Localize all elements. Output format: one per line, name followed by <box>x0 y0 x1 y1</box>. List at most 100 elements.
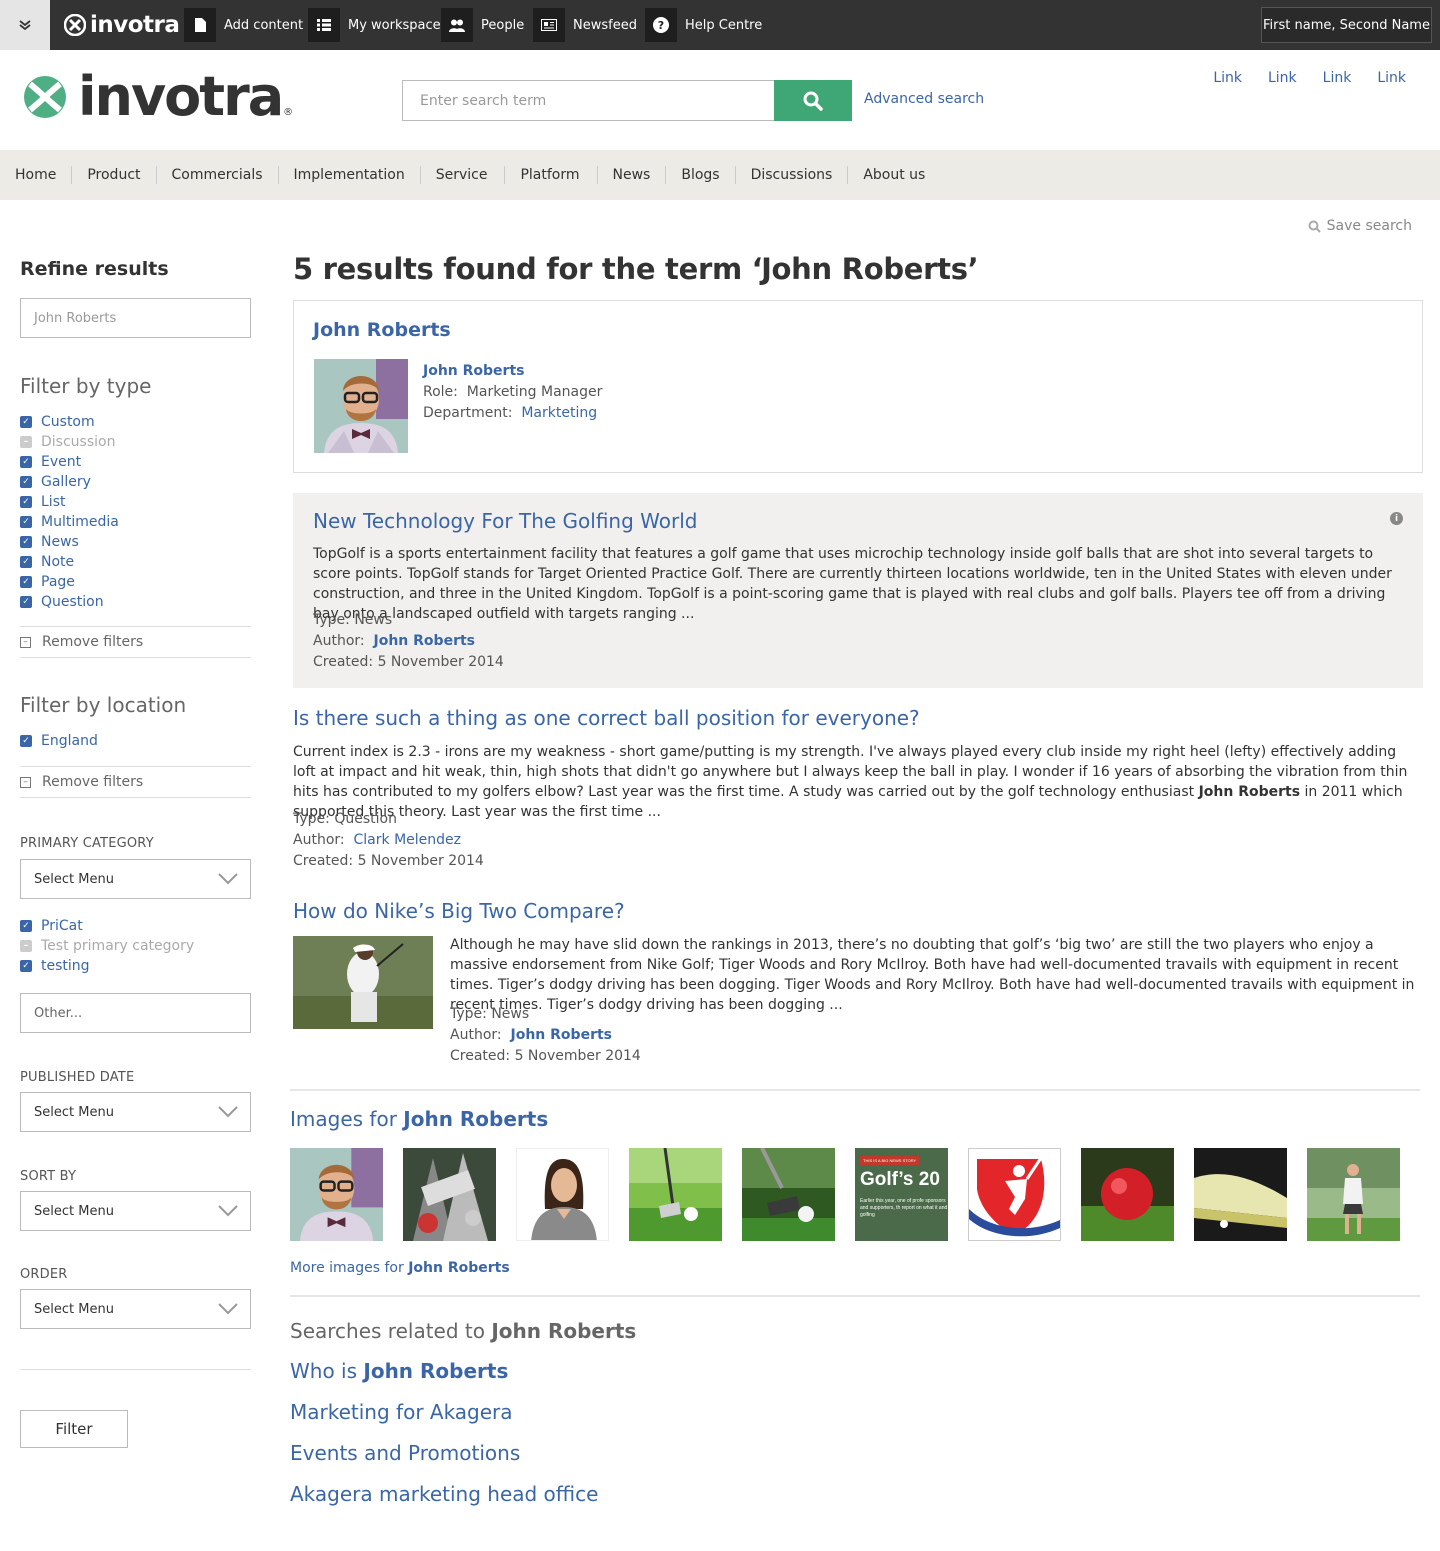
author-link[interactable]: Clark Melendez <box>354 832 461 848</box>
order-select[interactable]: Select Menu <box>20 1289 251 1329</box>
header-link-1[interactable]: Link <box>1213 70 1242 86</box>
divider <box>290 1295 1420 1297</box>
divider <box>290 1089 1420 1091</box>
filter-type-news[interactable]: ✓ News <box>20 532 251 552</box>
my-workspace-button[interactable]: My workspace <box>308 8 441 42</box>
related-search-marketing-akagera[interactable]: Marketing for Akagera <box>290 1400 513 1424</box>
image-thumb-person[interactable] <box>290 1148 383 1241</box>
published-date-select[interactable]: Select Menu <box>20 1092 251 1132</box>
snippet-highlight: John Roberts <box>1198 784 1301 800</box>
image-thumb-golf-club[interactable] <box>629 1148 722 1241</box>
nav-discussions[interactable]: Discussions <box>734 166 848 184</box>
nav-about-us[interactable]: About us <box>847 166 940 184</box>
remove-type-filters-button[interactable]: – Remove filters <box>20 626 251 658</box>
newsfeed-button[interactable]: Newsfeed <box>533 8 637 42</box>
nav-product[interactable]: Product <box>71 166 155 184</box>
nav-service[interactable]: Service <box>419 166 505 184</box>
filter-category-test[interactable]: – Test primary category <box>20 936 251 956</box>
nav-commercials[interactable]: Commercials <box>155 166 278 184</box>
user-menu-button[interactable]: First name, Second Name <box>1261 7 1432 43</box>
filter-type-custom[interactable]: ✓ Custom <box>20 412 251 432</box>
result-title-link[interactable]: New Technology For The Golfing World <box>313 509 697 533</box>
image-thumb-golfer-woman[interactable] <box>1307 1148 1400 1241</box>
refine-input-value: John Roberts <box>34 310 117 326</box>
published-date-label: PUBLISHED DATE <box>20 1070 135 1085</box>
related-search-who-is-john-roberts[interactable]: Who is John Roberts <box>290 1359 508 1383</box>
info-icon[interactable]: i <box>1390 512 1403 525</box>
filter-category-pricat[interactable]: ✓ PriCat <box>20 916 251 936</box>
sort-by-label: SORT BY <box>20 1169 77 1184</box>
primary-category-select[interactable]: Select Menu <box>20 859 251 899</box>
images-heading: Images for John Roberts <box>290 1107 548 1131</box>
more-images-text: More images for <box>290 1260 409 1276</box>
other-category-input[interactable]: Other... <box>20 993 251 1033</box>
image-thumb-golf-shoe[interactable] <box>1194 1148 1287 1241</box>
search-input[interactable]: Enter search term <box>402 80 775 121</box>
people-button[interactable]: People <box>441 8 524 42</box>
filter-location-england[interactable]: ✓ England <box>20 731 251 751</box>
search-icon <box>803 91 823 111</box>
save-search-button[interactable]: Save search <box>1308 218 1412 234</box>
nav-blogs[interactable]: Blogs <box>665 166 734 184</box>
filter-type-event[interactable]: ✓ Event <box>20 452 251 472</box>
add-content-button[interactable]: Add content <box>184 8 303 42</box>
result-title-link[interactable]: Is there such a thing as one correct bal… <box>293 706 920 730</box>
filter-type-discussion[interactable]: – Discussion <box>20 432 251 452</box>
type-filter-list: ✓ Custom – Discussion ✓ Event ✓ Gallery ✓ Lis… <box>20 412 251 612</box>
person-photo[interactable] <box>314 359 408 453</box>
result-meta: Type: News Author: John Roberts Created:… <box>313 610 504 673</box>
image-thumb-news-story[interactable]: THIS IS A BIG NEWS STORY Golf’s 20 Earli… <box>855 1148 948 1241</box>
more-images-link[interactable]: More images for John Roberts <box>290 1260 510 1276</box>
header-link-3[interactable]: Link <box>1323 70 1352 86</box>
header-link-4[interactable]: Link <box>1377 70 1406 86</box>
person-name-link[interactable]: John Roberts <box>423 363 524 379</box>
select-value: Select Menu <box>34 1301 114 1317</box>
site-logo[interactable]: invotra ® <box>22 70 293 124</box>
search-button[interactable] <box>774 80 852 121</box>
nav-platform[interactable]: Platform <box>504 166 596 184</box>
remove-location-filters-button[interactable]: – Remove filters <box>20 766 251 798</box>
header-link-2[interactable]: Link <box>1268 70 1297 86</box>
remove-filters-label: Remove filters <box>42 774 144 790</box>
related-search-akagera-head-office[interactable]: Akagera marketing head office <box>290 1482 598 1506</box>
menu-toggle-button[interactable] <box>0 0 50 50</box>
filter-type-note[interactable]: ✓ Note <box>20 552 251 572</box>
result-thumbnail[interactable] <box>293 936 433 1029</box>
person-details: John Roberts Role: Marketing Manager Dep… <box>423 361 602 424</box>
sort-by-select[interactable]: Select Menu <box>20 1191 251 1231</box>
author-link[interactable]: John Roberts <box>511 1027 612 1043</box>
author-link[interactable]: John Roberts <box>374 633 475 649</box>
help-centre-button[interactable]: ? Help Centre <box>645 8 762 42</box>
image-thumb-woman[interactable] <box>516 1148 609 1241</box>
nav-news[interactable]: News <box>596 166 666 184</box>
filter-type-page[interactable]: ✓ Page <box>20 572 251 592</box>
related-highlight: John Roberts <box>363 1359 509 1383</box>
refine-input[interactable]: John Roberts <box>20 298 251 338</box>
filter-type-multimedia[interactable]: ✓ Multimedia <box>20 512 251 532</box>
image-thumb-red-ball[interactable] <box>1081 1148 1174 1241</box>
chevron-down-icon <box>218 1303 238 1315</box>
filter-type-question[interactable]: ✓ Question <box>20 592 251 612</box>
filter-category-testing[interactable]: ✓ testing <box>20 956 251 976</box>
filter-type-list[interactable]: ✓ List <box>20 492 251 512</box>
image-thumb-golf-tee[interactable] <box>742 1148 835 1241</box>
person-result-title[interactable]: John Roberts <box>313 319 451 341</box>
related-search-events-promotions[interactable]: Events and Promotions <box>290 1441 520 1465</box>
filter-by-type-heading: Filter by type <box>20 374 152 398</box>
add-content-label: Add content <box>224 17 304 33</box>
refine-results-heading: Refine results <box>20 258 169 280</box>
advanced-search-link[interactable]: Advanced search <box>864 91 984 107</box>
search-placeholder: Enter search term <box>420 92 547 109</box>
header-links: Link Link Link Link <box>1213 70 1406 86</box>
image-thumb-golf-bag[interactable] <box>403 1148 496 1241</box>
checkbox-checked-icon: ✓ <box>20 516 32 528</box>
result-type: Type: News <box>450 1006 530 1022</box>
image-thumb-golf-logo[interactable] <box>968 1148 1061 1241</box>
topbar-brand[interactable]: invotra <box>64 12 180 38</box>
filter-button[interactable]: Filter <box>20 1410 128 1448</box>
nav-home[interactable]: Home <box>0 166 71 184</box>
result-title-link[interactable]: How do Nike’s Big Two Compare? <box>293 899 625 923</box>
filter-type-gallery[interactable]: ✓ Gallery <box>20 472 251 492</box>
department-link[interactable]: Markteting <box>521 405 597 421</box>
nav-implementation[interactable]: Implementation <box>277 166 420 184</box>
